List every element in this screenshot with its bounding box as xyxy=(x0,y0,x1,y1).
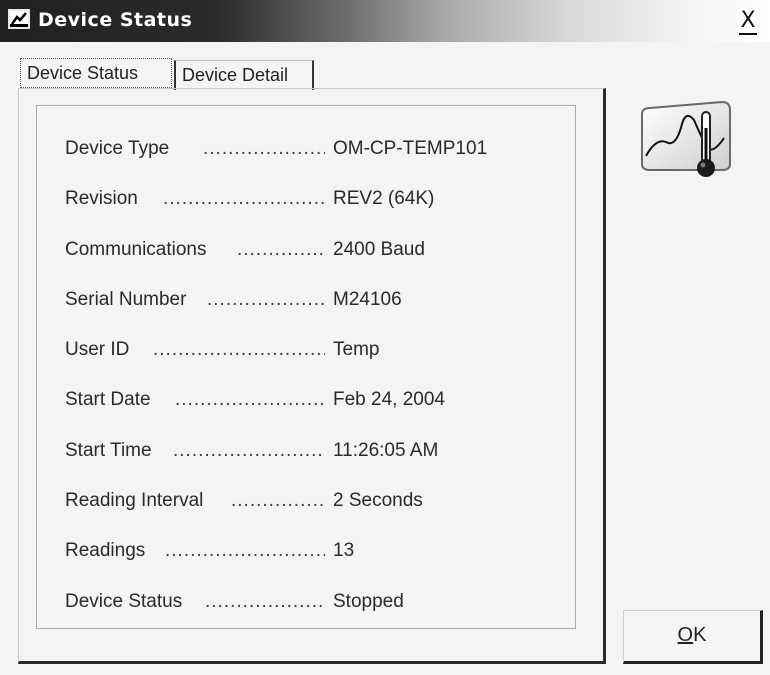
leader-dots: ........................................… xyxy=(165,540,325,562)
field-label: Readings xyxy=(65,540,146,562)
field-label: Device Type xyxy=(65,138,170,159)
field-value: OM-CP-TEMP101 xyxy=(333,138,488,159)
tab-device-detail[interactable]: Device Detail xyxy=(174,60,314,90)
field-row-start-time: Start Time .............................… xyxy=(65,440,545,490)
field-label: Communications xyxy=(65,238,207,260)
field-label: Serial Number xyxy=(65,288,187,310)
leader-dots: ........................................… xyxy=(203,138,325,159)
field-value: Temp xyxy=(333,339,380,361)
window-title: Device Status xyxy=(38,9,193,31)
field-label: Start Date xyxy=(65,389,151,411)
tab-page-device-status: Device Type ............................… xyxy=(18,88,606,664)
close-button[interactable]: X xyxy=(736,8,760,35)
ok-accelerator-key: O xyxy=(677,624,694,646)
field-value: Stopped xyxy=(333,590,404,612)
device-status-dialog: Device Status X Device Status Device Det… xyxy=(0,0,770,675)
leader-dots: ........................................… xyxy=(205,590,325,612)
thermometer-graph-icon xyxy=(632,98,738,184)
field-value: 13 xyxy=(333,540,355,562)
tab-device-status[interactable]: Device Status xyxy=(20,58,172,88)
field-value: Feb 24, 2004 xyxy=(333,389,445,411)
status-field-list: Device Type ............................… xyxy=(65,138,545,641)
field-row-readings: Readings ...............................… xyxy=(65,540,545,590)
status-fields-group: Device Type ............................… xyxy=(36,105,576,629)
leader-dots: ........................................… xyxy=(173,439,325,461)
field-value: 2400 Baud xyxy=(333,238,425,260)
field-row-communications: Communications .........................… xyxy=(65,239,545,289)
device-status-app-icon xyxy=(8,9,30,29)
field-value: M24106 xyxy=(333,288,402,310)
field-row-serial-number: Serial Number ..........................… xyxy=(65,289,545,339)
ok-label-rest: K xyxy=(693,624,707,646)
field-row-user-id: User ID ................................… xyxy=(65,339,545,389)
field-row-start-date: Start Date .............................… xyxy=(65,389,545,439)
leader-dots: ........................................… xyxy=(237,238,325,260)
leader-dots: ........................................… xyxy=(231,490,325,512)
leader-dots: ........................................… xyxy=(163,188,325,210)
leader-dots: ........................................… xyxy=(175,389,325,411)
leader-dots: ........................................… xyxy=(153,339,325,361)
field-value: 2 Seconds xyxy=(333,490,423,512)
field-label: Device Status xyxy=(65,590,183,612)
field-value: REV2 (64K) xyxy=(333,188,435,210)
field-row-device-type: Device Type ............................… xyxy=(65,138,545,188)
field-label: Revision xyxy=(65,188,138,210)
field-label: User ID xyxy=(65,339,130,361)
leader-dots: ........................................… xyxy=(207,288,325,310)
field-value: 11:26:05 AM xyxy=(333,439,439,461)
ok-button[interactable]: OK xyxy=(623,610,763,664)
field-row-reading-interval: Reading Interval .......................… xyxy=(65,490,545,540)
field-row-revision: Revision ...............................… xyxy=(65,188,545,238)
field-row-device-status: Device Status ..........................… xyxy=(65,591,545,641)
field-label: Start Time xyxy=(65,439,152,461)
title-bar[interactable]: Device Status X xyxy=(0,0,770,42)
field-label: Reading Interval xyxy=(65,490,204,512)
